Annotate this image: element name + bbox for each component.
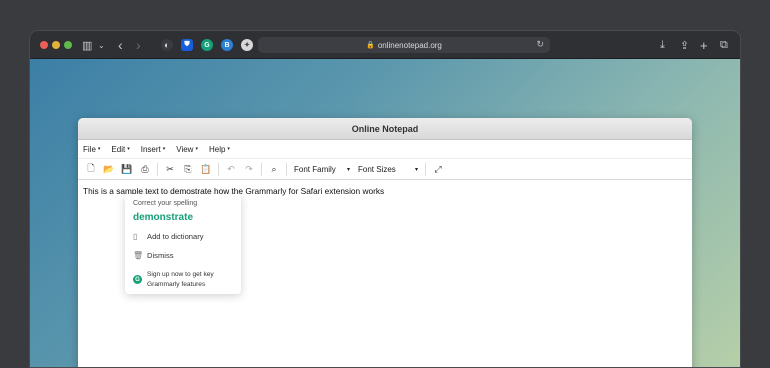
- caret-down-icon: ▾: [127, 146, 130, 152]
- menu-file[interactable]: File ▾: [83, 145, 100, 154]
- notepad-title: Online Notepad: [78, 118, 692, 140]
- browser-toolbar: ▥ ⌄ ‹ › ◐ ⛊ G B ✦ 🔒 onlinenotepad.org ↻ …: [30, 31, 740, 59]
- reload-icon[interactable]: ↻: [536, 39, 544, 50]
- toolbar-divider: [425, 162, 426, 176]
- minimize-window-button[interactable]: [52, 41, 60, 49]
- redo-icon[interactable]: ↷: [240, 161, 258, 177]
- zoom-window-button[interactable]: [64, 41, 72, 49]
- close-window-button[interactable]: [40, 41, 48, 49]
- tab-overview-icon[interactable]: ⧉: [720, 37, 728, 53]
- caret-down-icon: ▾: [227, 146, 230, 152]
- url-text: onlinenotepad.org: [377, 40, 442, 50]
- caret-down-icon: ▾: [195, 146, 198, 152]
- extension-b-icon[interactable]: B: [221, 39, 233, 51]
- extension-gear-icon[interactable]: ✦: [241, 39, 253, 51]
- signup-line-1: Sign up now to get key: [147, 271, 214, 278]
- signup-prompt[interactable]: G Sign up now to get key Grammarly featu…: [133, 270, 233, 290]
- caret-down-icon: ▾: [97, 146, 101, 152]
- address-bar[interactable]: 🔒 onlinenotepad.org ↻: [258, 37, 550, 53]
- font-family-select[interactable]: Font Family ▾: [290, 165, 354, 174]
- paste-icon[interactable]: 📋: [197, 161, 215, 177]
- menu-insert[interactable]: Insert ▾: [141, 145, 166, 154]
- caret-down-icon: ▾: [162, 146, 166, 152]
- open-file-icon[interactable]: 📂: [100, 161, 118, 177]
- caret-down-icon: ▾: [414, 166, 418, 173]
- back-button[interactable]: ‹: [118, 37, 123, 53]
- new-document-icon[interactable]: 🗋: [82, 161, 100, 177]
- suggestion-heading: Correct your spelling: [133, 200, 198, 207]
- grammarly-extension-icon[interactable]: G: [201, 39, 213, 51]
- cut-icon[interactable]: ✂: [161, 161, 179, 177]
- lock-icon: 🔒: [366, 42, 375, 49]
- menu-bar: File ▾ Edit ▾ Insert ▾ View ▾ Help ▾: [78, 140, 692, 159]
- toolbar-divider: [286, 162, 287, 176]
- share-icon[interactable]: ⇪: [680, 37, 689, 53]
- sidebar-icon[interactable]: ▥: [82, 37, 92, 53]
- toolbar-divider: [261, 162, 262, 176]
- signup-line-2: Grammarly features: [147, 281, 206, 288]
- bitwarden-icon[interactable]: ⛊: [181, 39, 193, 51]
- font-size-select[interactable]: Font Sizes ▾: [354, 165, 422, 174]
- new-tab-button[interactable]: +: [700, 37, 708, 53]
- toolbar-divider: [157, 162, 158, 176]
- dismiss-button[interactable]: 🗑 Dismiss: [133, 251, 233, 260]
- chevron-down-icon[interactable]: ⌄: [98, 37, 105, 53]
- grammarly-suggestion-card: Correct your spelling demonstrate ▯ Add …: [125, 194, 241, 294]
- menu-help[interactable]: Help ▾: [209, 145, 230, 154]
- privacy-shield-icon[interactable]: ◐: [161, 39, 173, 51]
- toolbar-divider: [218, 162, 219, 176]
- editor-toolbar: 🗋 📂 💾 ⎙ ✂ ⎘ 📋 ↶ ↷ ⌕ Font Family ▾ Font S…: [78, 159, 692, 180]
- copy-icon[interactable]: ⎘: [179, 161, 197, 177]
- book-plus-icon: ▯: [133, 232, 138, 241]
- menu-view[interactable]: View ▾: [176, 145, 198, 154]
- add-to-dictionary-button[interactable]: ▯ Add to dictionary: [133, 232, 233, 241]
- fullscreen-icon[interactable]: ⤢: [429, 161, 447, 177]
- caret-down-icon: ▾: [346, 166, 350, 173]
- save-icon[interactable]: 💾: [118, 161, 136, 177]
- print-icon[interactable]: ⎙: [136, 161, 154, 177]
- suggested-correction[interactable]: demonstrate: [133, 212, 233, 223]
- trash-icon: 🗑: [133, 251, 144, 260]
- downloads-icon[interactable]: ⤓: [660, 37, 665, 53]
- forward-button[interactable]: ›: [136, 37, 141, 53]
- find-icon[interactable]: ⌕: [265, 161, 283, 177]
- grammarly-logo-icon: G: [133, 275, 142, 284]
- menu-edit[interactable]: Edit ▾: [111, 145, 129, 154]
- undo-icon[interactable]: ↶: [222, 161, 240, 177]
